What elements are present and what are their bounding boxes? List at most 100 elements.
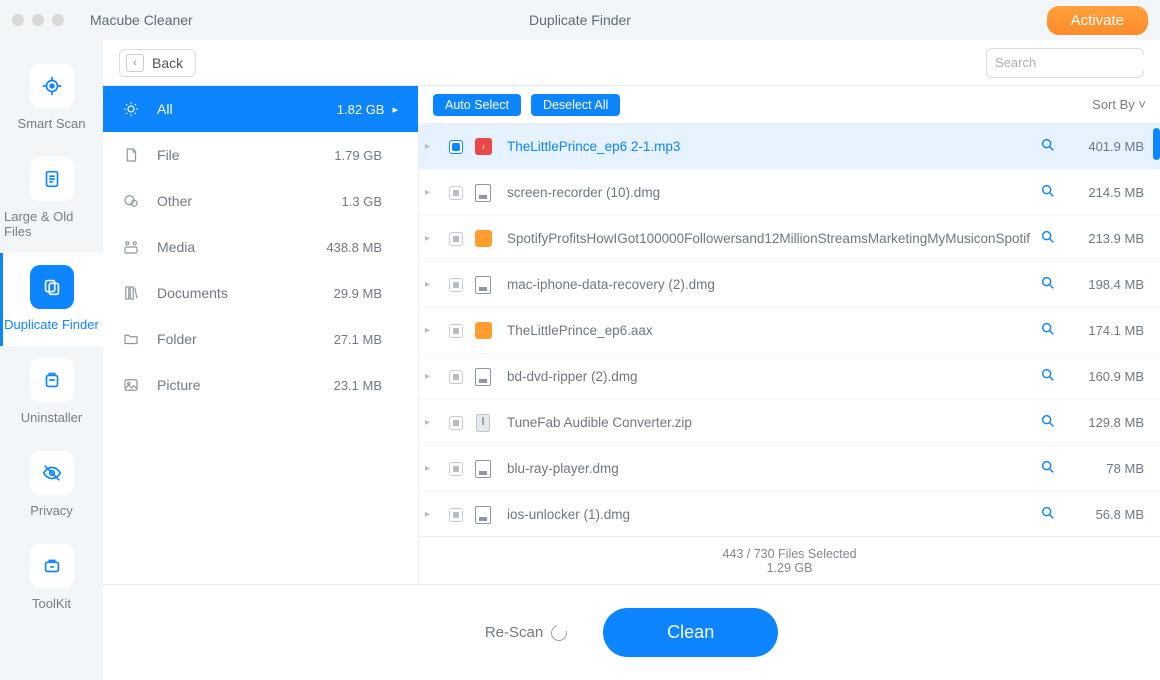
search-box[interactable] — [986, 48, 1144, 78]
file-checkbox[interactable] — [449, 508, 463, 522]
expand-caret-icon[interactable]: ▸ — [425, 509, 439, 520]
file-size: 174.1 MB — [1062, 323, 1144, 338]
preview-icon[interactable] — [1040, 367, 1062, 386]
category-icon — [117, 376, 145, 394]
expand-caret-icon[interactable]: ▸ — [425, 417, 439, 428]
category-size: 1.79 GB — [334, 148, 382, 163]
file-row[interactable]: ▸ TheLittlePrince_ep6.aax 174.1 MB — [419, 308, 1160, 354]
sidebar: Smart Scan Large & Old Files Duplicate F… — [0, 40, 103, 680]
window-controls[interactable] — [12, 14, 64, 26]
preview-icon[interactable] — [1040, 459, 1062, 478]
expand-caret-icon[interactable]: ▸ — [425, 233, 439, 244]
preview-icon[interactable] — [1040, 183, 1062, 202]
file-checkbox[interactable] — [449, 416, 463, 430]
file-checkbox[interactable] — [449, 186, 463, 200]
close-icon[interactable] — [12, 14, 24, 26]
file-name: bd-dvd-ripper (2).dmg — [507, 369, 1030, 384]
sort-by-dropdown[interactable]: Sort By ˅ — [1092, 97, 1146, 112]
category-row[interactable]: Documents 29.9 MB — [103, 270, 418, 316]
category-row[interactable]: Media 438.8 MB — [103, 224, 418, 270]
status-files-selected: 443 / 730 Files Selected — [722, 547, 856, 561]
minimize-icon[interactable] — [32, 14, 44, 26]
expand-caret-icon[interactable]: ▸ — [425, 279, 439, 290]
preview-icon[interactable] — [1040, 321, 1062, 340]
eye-off-icon — [30, 451, 74, 495]
file-size: 401.9 MB — [1062, 139, 1144, 154]
file-list[interactable]: ▸ ♪ TheLittlePrince_ep6 2-1.mp3 401.9 MB… — [419, 124, 1160, 536]
expand-caret-icon[interactable]: ▸ — [425, 325, 439, 336]
category-name: Picture — [157, 377, 201, 393]
sort-by-label: Sort By — [1092, 97, 1135, 112]
file-large-icon — [30, 157, 74, 201]
category-row[interactable]: All 1.82 GB — [103, 86, 418, 132]
category-icon — [117, 238, 145, 256]
file-row[interactable]: ▸ mac-iphone-data-recovery (2).dmg 198.4… — [419, 262, 1160, 308]
sidebar-item-duplicate-finder[interactable]: Duplicate Finder — [0, 253, 103, 346]
file-name: SpotifyProfitsHowIGot100000Followersand1… — [507, 231, 1030, 246]
sidebar-item-toolkit[interactable]: ToolKit — [0, 532, 103, 625]
file-checkbox[interactable] — [449, 462, 463, 476]
file-checkbox[interactable] — [449, 232, 463, 246]
file-size: 214.5 MB — [1062, 185, 1144, 200]
clean-button[interactable]: Clean — [603, 608, 778, 657]
file-row[interactable]: ▸ ♪ TheLittlePrince_ep6 2-1.mp3 401.9 MB — [419, 124, 1160, 170]
file-row[interactable]: ▸ screen-recorder (10).dmg 214.5 MB — [419, 170, 1160, 216]
category-icon — [117, 284, 145, 302]
file-row[interactable]: ▸ TuneFab Audible Converter.zip 129.8 MB — [419, 400, 1160, 446]
status-bar: 443 / 730 Files Selected 1.29 GB — [419, 536, 1160, 584]
rescan-label: Re-Scan — [485, 624, 543, 641]
category-row[interactable]: File 1.79 GB — [103, 132, 418, 178]
file-list-header: Auto Select Deselect All Sort By ˅ — [419, 86, 1160, 124]
expand-caret-icon[interactable]: ▸ — [425, 141, 439, 152]
file-checkbox[interactable] — [449, 278, 463, 292]
disk-image-icon — [475, 276, 491, 294]
sidebar-item-uninstaller[interactable]: Uninstaller — [0, 346, 103, 439]
category-name: Other — [157, 193, 192, 209]
file-checkbox[interactable] — [449, 324, 463, 338]
back-button[interactable]: ‹ Back — [119, 49, 196, 77]
file-name: TheLittlePrince_ep6.aax — [507, 323, 1030, 338]
preview-icon[interactable] — [1040, 229, 1062, 248]
expand-caret-icon[interactable]: ▸ — [425, 187, 439, 198]
category-column: All 1.82 GB File 1.79 GB Other 1.3 GB Me… — [103, 86, 419, 584]
preview-icon[interactable] — [1040, 275, 1062, 294]
archive-icon — [476, 414, 490, 432]
file-row[interactable]: ▸ ios-unlocker (1).dmg 56.8 MB — [419, 492, 1160, 536]
file-row[interactable]: ▸ bd-dvd-ripper (2).dmg 160.9 MB — [419, 354, 1160, 400]
category-size: 23.1 MB — [334, 378, 382, 393]
footer: Re-Scan Clean — [103, 584, 1160, 680]
category-row[interactable]: Folder 27.1 MB — [103, 316, 418, 362]
scrollbar-thumb[interactable] — [1153, 128, 1160, 160]
disk-image-icon — [475, 184, 491, 202]
disk-image-icon — [475, 460, 491, 478]
sidebar-item-smart-scan[interactable]: Smart Scan — [0, 52, 103, 145]
rescan-button[interactable]: Re-Scan — [485, 624, 567, 641]
file-checkbox[interactable] — [449, 370, 463, 384]
file-row[interactable]: ▸ SpotifyProfitsHowIGot100000Followersan… — [419, 216, 1160, 262]
sidebar-item-large-old[interactable]: Large & Old Files — [0, 145, 103, 253]
category-row[interactable]: Picture 23.1 MB — [103, 362, 418, 408]
preview-icon[interactable] — [1040, 413, 1062, 432]
auto-select-button[interactable]: Auto Select — [433, 94, 521, 116]
content-topbar: ‹ Back — [103, 40, 1160, 86]
file-checkbox[interactable] — [449, 140, 463, 154]
app-name: Macube Cleaner — [90, 12, 193, 28]
preview-icon[interactable] — [1040, 505, 1062, 524]
file-row[interactable]: ▸ blu-ray-player.dmg 78 MB — [419, 446, 1160, 492]
zoom-icon[interactable] — [52, 14, 64, 26]
category-row[interactable]: Other 1.3 GB — [103, 178, 418, 224]
file-name: blu-ray-player.dmg — [507, 461, 1030, 476]
window-title: Duplicate Finder — [529, 12, 631, 28]
expand-caret-icon[interactable]: ▸ — [425, 463, 439, 474]
sidebar-item-label: ToolKit — [32, 596, 71, 611]
file-name: screen-recorder (10).dmg — [507, 185, 1030, 200]
activate-button[interactable]: Activate — [1047, 6, 1148, 35]
file-name: TheLittlePrince_ep6 2-1.mp3 — [507, 139, 1030, 154]
file-name: mac-iphone-data-recovery (2).dmg — [507, 277, 1030, 292]
deselect-all-button[interactable]: Deselect All — [531, 94, 620, 116]
category-size: 29.9 MB — [334, 286, 382, 301]
search-input[interactable] — [995, 55, 1160, 70]
sidebar-item-privacy[interactable]: Privacy — [0, 439, 103, 532]
preview-icon[interactable] — [1040, 137, 1062, 156]
expand-caret-icon[interactable]: ▸ — [425, 371, 439, 382]
